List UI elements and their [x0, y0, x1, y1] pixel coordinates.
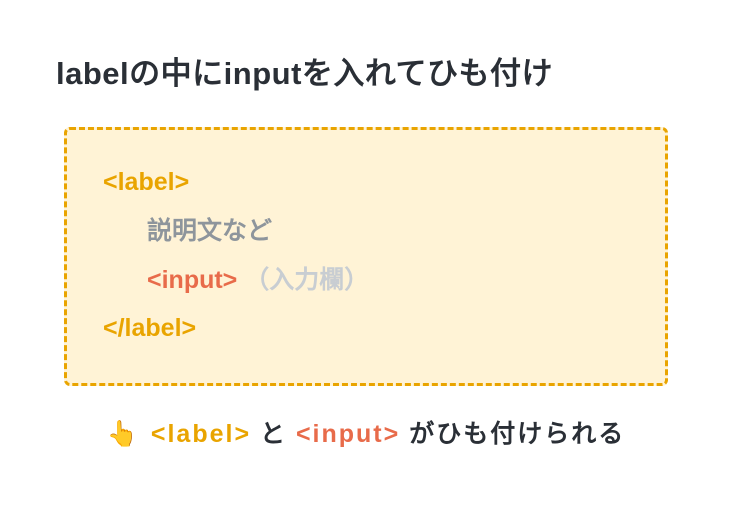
- code-tag-label-open: <label>: [103, 168, 189, 196]
- footer-tail-text: がひも付けられる: [400, 420, 625, 448]
- code-input-paren: （入力欄）: [244, 266, 369, 294]
- footer-and-text: と: [251, 420, 296, 448]
- code-tag-label-close: </label>: [103, 314, 196, 342]
- footer-tag-label: <label>: [151, 420, 251, 448]
- footer-note: 👆 <label> と <input> がひも付けられる: [56, 414, 676, 450]
- pointing-up-icon: 👆: [107, 420, 138, 448]
- page-title: labelの中にinputを入れてひも付け: [56, 48, 676, 93]
- code-example-box: <label> 説明文など <input> （入力欄） </label>: [64, 127, 668, 386]
- code-tag-input: <input>: [147, 266, 237, 294]
- code-description-text: 説明文など: [147, 217, 272, 245]
- footer-tag-input: <input>: [296, 420, 400, 448]
